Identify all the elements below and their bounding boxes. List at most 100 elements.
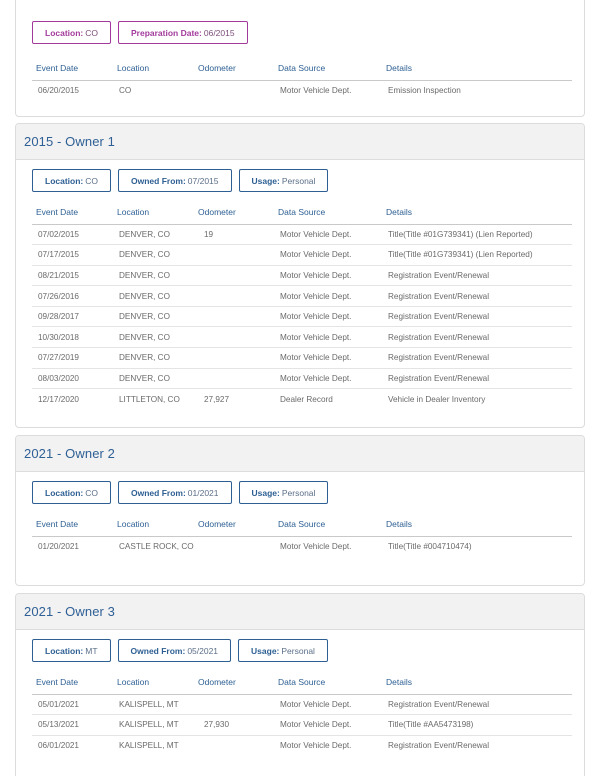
location-cell: DENVER, CO [113,244,194,266]
data-source-cell: Motor Vehicle Dept. [280,542,352,552]
col-odometer: Odometer [194,512,274,537]
odometer-cell [194,265,274,287]
details-cell: Registration Event/Renewal [388,741,490,751]
col-event-date: Event Date [32,512,113,537]
details-cell: Registration Event/Renewal [382,694,572,716]
location-cell: DENVER, CO [113,265,194,287]
col-location: Location [113,512,194,537]
owned-from-tag: Owned From: 05/2021 [117,639,232,662]
event-date-cell: 07/27/2019 [32,347,113,369]
owner-header: 2015 - Owner 1 [16,124,584,160]
event-date-cell: 07/17/2015 [32,244,113,266]
table-row: 07/17/2015 DENVER, CO Motor Vehicle Dept. T… [32,244,572,266]
table-header-row: Event Date Location Odometer Data Source… [32,512,572,537]
details-cell: Registration Event/Renewal [382,368,572,390]
table-row: 09/28/2017 DENVER, CO Motor Vehicle Dept. R… [32,306,572,328]
table-row: 05/01/2021 KALISPELL, MT Motor Vehicle Dep… [32,694,572,716]
details-cell: Registration Event/Renewal [382,265,572,287]
table-row: 08/21/2015 DENVER, CO Motor Vehicle Dept. R… [32,265,572,287]
owner-card-2: 2021 - Owner 2 Location: CO Owned From: 01… [15,435,585,586]
usage-tag: Usage: Personal [238,169,329,192]
odometer-cell [194,80,274,101]
events-table: Event Date Location Odometer Data Source… [32,200,572,409]
owner-card-1: 2015 - Owner 1 Location: CO Owned From: 07… [15,123,585,428]
event-date-cell: 08/21/2015 [32,265,113,287]
location-cell: DENVER, CO [113,326,194,349]
table-row: 05/13/2021 KALISPELL, MT 27,930 Motor Vehic… [32,714,572,736]
odometer-cell [194,326,274,349]
location-cell: DENVER, CO [113,285,194,307]
table-row: 07/27/2019 DENVER, CO Motor Vehicle Dept. R… [32,347,572,369]
table-row: 10/30/2018 DENVER, CO Motor Vehicle Dept. R… [32,326,572,349]
odometer-cell [194,536,274,557]
data-source-cell: Motor Vehicle Dept. [280,86,352,96]
col-data-source: Data Source [274,200,382,225]
details-cell: Registration Event/Renewal [382,347,572,369]
location-cell: DENVER, CO [113,224,194,246]
col-event-date: Event Date [32,670,113,695]
location-tag: Location: CO [32,481,111,504]
table-row: 08/03/2020 DENVER, CO Motor Vehicle Dept. R… [32,368,572,390]
odometer-cell [194,244,274,266]
location-cell: DENVER, CO [113,368,194,390]
event-date-cell: 12/17/2020 [38,394,79,404]
preparation-date-tag: Preparation Date: 06/2015 [118,21,248,44]
col-data-source: Data Source [274,56,382,81]
owner-tags: Location: MT Owned From: 05/2021 Usage: Per… [16,639,584,662]
table-header-row: Event Date Location Odometer Data Source… [32,670,572,695]
data-source-cell: Motor Vehicle Dept. [274,368,382,390]
events-body: 05/01/2021 KALISPELL, MT Motor Vehicle Dep… [32,694,572,756]
location-cell: DENVER, CO [113,347,194,369]
events-body: 06/20/2015 CO Motor Vehicle Dept. Emission … [32,80,572,101]
owned-from-tag: Owned From: 07/2015 [118,169,232,192]
col-odometer: Odometer [194,670,274,695]
event-date-cell: 07/26/2016 [32,285,113,307]
col-odometer: Odometer [194,200,274,225]
event-date-cell: 05/13/2021 [32,714,113,736]
col-odometer: Odometer [194,56,274,81]
details-cell: Title(Title #01G739341) (Lien Reported) [382,224,572,246]
location-cell: LITTLETON, CO [119,394,180,404]
col-event-date: Event Date [32,200,113,225]
location-cell: KALISPELL, MT [113,714,194,736]
details-cell: Registration Event/Renewal [382,326,572,349]
col-details: Details [382,670,572,695]
owner-card-3: 2021 - Owner 3 Location: MT Owned From: 05… [15,593,585,776]
odometer-cell: 19 [194,224,274,246]
location-cell: KALISPELL, MT [119,741,179,751]
details-cell: Registration Event/Renewal [382,306,572,328]
event-date-cell: 10/30/2018 [32,326,113,349]
event-date-cell: 09/28/2017 [32,306,113,328]
data-source-cell: Motor Vehicle Dept. [274,326,382,349]
owned-from-tag: Owned From: 01/2021 [118,481,232,504]
details-cell: Emission Inspection [388,86,461,96]
events-body: 07/02/2015 DENVER, CO 19 Motor Vehicle Dept… [32,224,572,409]
event-date-cell: 08/03/2020 [32,368,113,390]
col-details: Details [382,512,572,537]
location-cell: KALISPELL, MT [113,694,194,716]
odometer-cell: 27,927 [204,394,230,404]
data-source-cell: Motor Vehicle Dept. [280,741,352,751]
data-source-cell: Motor Vehicle Dept. [274,285,382,307]
data-source-cell: Motor Vehicle Dept. [274,244,382,266]
event-date-cell: 06/01/2021 [38,741,79,751]
event-date-cell: 01/20/2021 [38,542,79,552]
events-table: Event Date Location Odometer Data Source… [32,56,572,101]
table-row: 07/26/2016 DENVER, CO Motor Vehicle Dept. R… [32,285,572,307]
summary-tags: Location: CO Preparation Date: 06/2015 [16,21,584,44]
details-cell: Title(Title #01G739341) (Lien Reported) [382,244,572,266]
table-row: 06/20/2015 CO Motor Vehicle Dept. Emission … [32,80,572,101]
odometer-cell [194,306,274,328]
table-row: 01/20/2021 CASTLE ROCK, CO Motor Vehicle D… [32,536,572,557]
usage-tag: Usage: Personal [238,481,329,504]
details-cell: Registration Event/Renewal [382,285,572,307]
events-table: Event Date Location Odometer Data Source… [32,512,572,557]
events-table: Event Date Location Odometer Data Source… [32,670,572,756]
location-tag: Location: CO [32,169,111,192]
location-cell: CASTLE ROCK, CO [119,542,194,552]
col-data-source: Data Source [274,512,382,537]
odometer-cell [194,694,274,716]
odometer-cell [194,735,274,756]
data-source-cell: Dealer Record [280,394,333,404]
data-source-cell: Motor Vehicle Dept. [274,265,382,287]
